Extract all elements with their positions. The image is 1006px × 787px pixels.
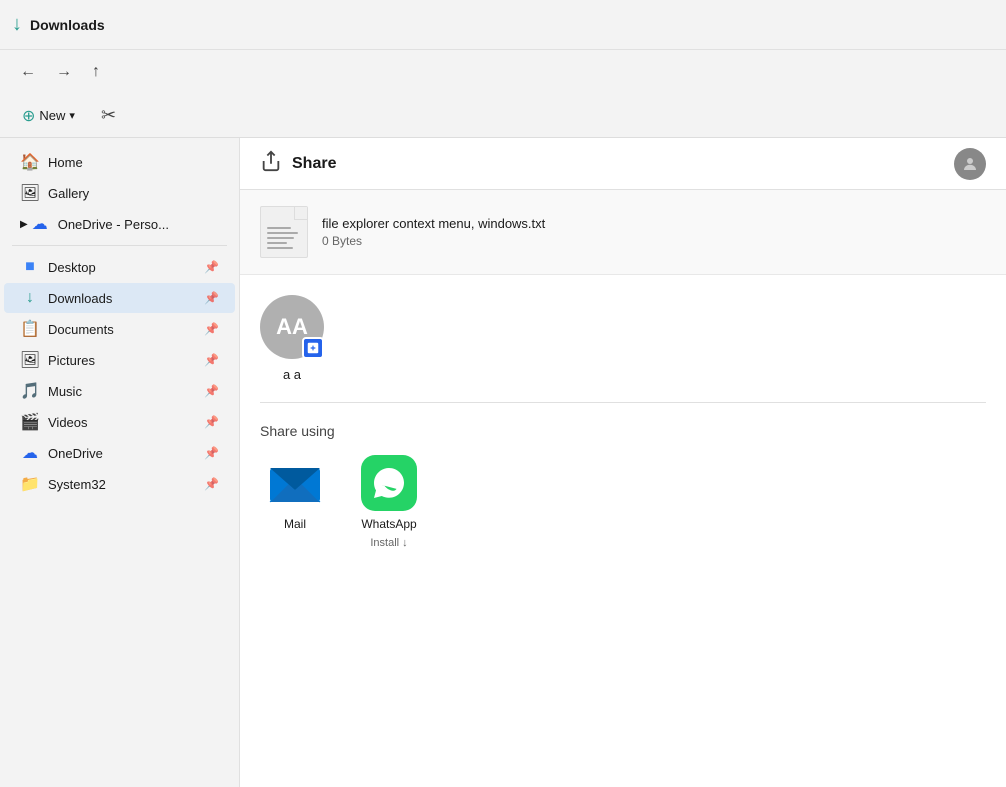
sidebar-item-label: Videos	[48, 415, 204, 430]
sidebar-item-desktop[interactable]: ■ Desktop 📌	[4, 252, 235, 282]
sidebar-item-home[interactable]: 🏠 Home	[4, 147, 235, 177]
onedrive-icon: ☁	[30, 214, 50, 234]
chevron-down-icon: ▾	[69, 109, 75, 122]
whatsapp-sublabel: Install ↓	[370, 537, 407, 549]
top-bar-title: Downloads	[30, 17, 105, 33]
sidebar-item-onedrive[interactable]: ▶ ☁ OneDrive - Perso...	[4, 209, 235, 239]
up-button[interactable]: ↑	[84, 59, 108, 85]
user-avatar	[954, 148, 986, 180]
desktop-icon: ■	[20, 257, 40, 277]
home-icon: 🏠	[20, 152, 40, 172]
file-size: 0 Bytes	[322, 234, 545, 248]
pin-icon: 📌	[204, 446, 219, 460]
sidebar-item-label: Home	[48, 155, 219, 170]
nav-row: ← → ↑	[0, 50, 1006, 94]
sidebar-item-label: Pictures	[48, 353, 204, 368]
sidebar-item-videos[interactable]: 🎬 Videos 📌	[4, 407, 235, 437]
pin-icon: 📌	[204, 322, 219, 336]
new-plus-icon: ⊕	[22, 106, 35, 126]
sidebar-item-music[interactable]: 🎵 Music 📌	[4, 376, 235, 406]
sidebar-divider	[12, 245, 227, 246]
share-app-whatsapp[interactable]: WhatsApp Install ↓	[354, 455, 424, 549]
sidebar-item-gallery[interactable]: 🖼 Gallery	[4, 178, 235, 208]
file-info: file explorer context menu, windows.txt …	[322, 216, 545, 248]
sidebar-item-system32[interactable]: 📁 System32 📌	[4, 469, 235, 499]
sidebar-item-pictures[interactable]: 🖼 Pictures 📌	[4, 345, 235, 375]
file-icon	[260, 206, 308, 258]
forward-button[interactable]: →	[48, 59, 80, 85]
expand-icon: ▶	[20, 219, 28, 230]
new-button[interactable]: ⊕ New ▾	[12, 101, 85, 131]
sidebar-item-onedrive2[interactable]: ☁ OneDrive 📌	[4, 438, 235, 468]
sidebar-item-downloads[interactable]: ↓ Downloads 📌	[4, 283, 235, 313]
contact-avatar[interactable]: AA	[260, 295, 324, 359]
sidebar-item-label: System32	[48, 477, 204, 492]
contact-badge	[302, 337, 324, 359]
mail-label: Mail	[284, 517, 306, 531]
folder-icon: 📁	[20, 474, 40, 494]
sidebar-item-documents[interactable]: 📋 Documents 📌	[4, 314, 235, 344]
sidebar-item-label: Documents	[48, 322, 204, 337]
downloads-icon: ↓	[20, 288, 40, 308]
contact-name: a a	[283, 367, 301, 382]
whatsapp-label: WhatsApp	[361, 517, 416, 531]
pin-icon: 📌	[204, 477, 219, 491]
pin-icon: 📌	[204, 260, 219, 274]
sidebar-item-label: Gallery	[48, 186, 219, 201]
toolbar-row: ⊕ New ▾ ✂	[0, 94, 1006, 138]
share-using-section: Share using	[240, 403, 1006, 569]
main-layout: 🏠 Home 🖼 Gallery ▶ ☁ OneDrive - Perso...…	[0, 138, 1006, 787]
downloads-icon: ↓	[12, 13, 22, 36]
whatsapp-icon	[361, 455, 417, 511]
share-using-title: Share using	[260, 423, 986, 439]
pin-icon: 📌	[204, 415, 219, 429]
file-name: file explorer context menu, windows.txt	[322, 216, 545, 231]
onedrive2-icon: ☁	[20, 443, 40, 463]
pin-icon: 📌	[204, 353, 219, 367]
share-panel: Share file explorer context	[240, 138, 1006, 787]
pictures-icon: 🖼	[20, 350, 40, 370]
videos-icon: 🎬	[20, 412, 40, 432]
music-icon: 🎵	[20, 381, 40, 401]
sidebar-item-label: Desktop	[48, 260, 204, 275]
file-preview: file explorer context menu, windows.txt …	[240, 190, 1006, 275]
back-button[interactable]: ←	[12, 59, 44, 85]
documents-icon: 📋	[20, 319, 40, 339]
share-app-mail[interactable]: Mail	[260, 455, 330, 531]
new-label: New	[39, 108, 65, 123]
scissors-button[interactable]: ✂	[93, 100, 124, 131]
share-apps: Mail WhatsApp Install ↓	[260, 455, 986, 549]
pin-icon: 📌	[204, 384, 219, 398]
gallery-icon: 🖼	[20, 183, 40, 203]
top-bar: ↓ Downloads	[0, 0, 1006, 50]
sidebar-item-label: Downloads	[48, 291, 204, 306]
sidebar: 🏠 Home 🖼 Gallery ▶ ☁ OneDrive - Perso...…	[0, 138, 240, 787]
mail-icon	[267, 455, 323, 511]
sidebar-item-label: OneDrive - Perso...	[58, 217, 219, 232]
pin-icon: 📌	[204, 291, 219, 305]
sidebar-item-label: Music	[48, 384, 204, 399]
contact-section: AA a a	[240, 275, 1006, 402]
share-icon	[260, 150, 282, 178]
share-header: Share	[240, 138, 1006, 190]
contact-initials: AA	[276, 314, 308, 340]
share-title: Share	[292, 155, 954, 173]
sidebar-item-label: OneDrive	[48, 446, 204, 461]
